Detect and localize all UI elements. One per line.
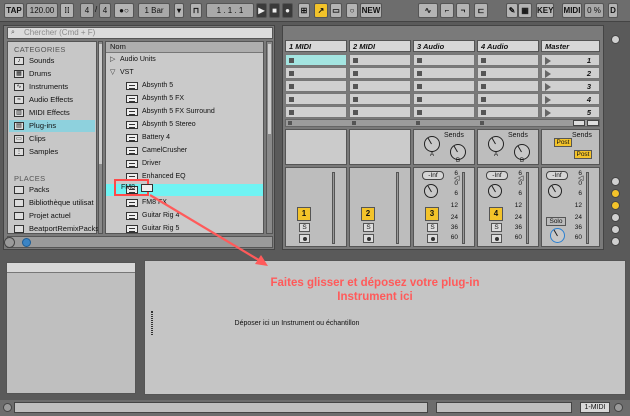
status-scroll-field[interactable] <box>436 402 572 413</box>
status-info-field <box>14 402 428 413</box>
detail-toggle-icon[interactable] <box>614 403 623 412</box>
info-toggle-icon[interactable] <box>3 403 12 412</box>
annotation-arrow-icon <box>149 194 268 266</box>
track-name-field: 1-MIDI <box>580 402 610 413</box>
